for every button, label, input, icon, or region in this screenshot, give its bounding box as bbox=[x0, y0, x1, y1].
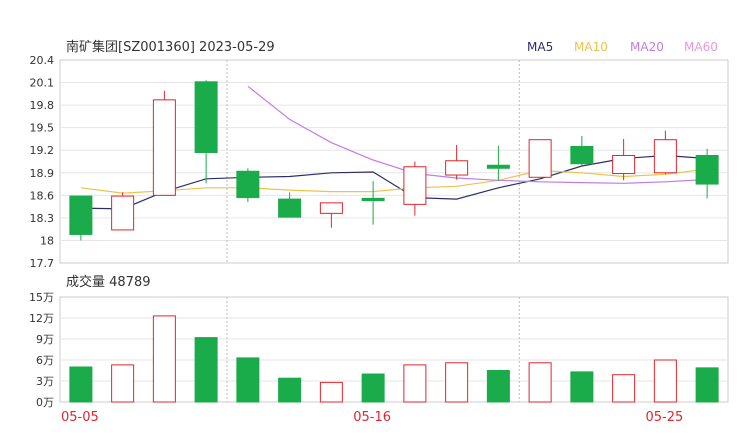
candle bbox=[486, 145, 510, 182]
candle bbox=[236, 168, 260, 203]
volume-bar-down bbox=[570, 371, 594, 403]
legend-item-ma60: MA60 bbox=[684, 40, 718, 54]
price-tick-label: 19.5 bbox=[30, 122, 55, 135]
volume-bar-down bbox=[361, 373, 385, 403]
volume-tick-label: 9万 bbox=[36, 333, 54, 346]
candlesticks bbox=[69, 80, 719, 241]
candle-body-down bbox=[361, 197, 385, 202]
candle-body-up bbox=[319, 202, 343, 214]
ma-line-ma20 bbox=[247, 85, 708, 184]
legend: MA5 MA10 MA20 MA60 bbox=[527, 40, 718, 54]
legend-item-ma5: MA5 bbox=[527, 40, 553, 54]
price-tick-label: 17.7 bbox=[30, 257, 55, 270]
volume-bar-up bbox=[319, 381, 343, 403]
candle bbox=[194, 80, 218, 184]
volume-bar-up bbox=[403, 364, 427, 403]
date-label: 05-16 bbox=[353, 410, 391, 425]
volume-bar-up bbox=[612, 374, 636, 403]
candle-body-down bbox=[69, 195, 93, 235]
volume-bar-up bbox=[111, 364, 135, 403]
candle-body-up bbox=[653, 139, 677, 174]
chart-title: 南矿集团[SZ001360] 2023-05-29 bbox=[66, 39, 275, 55]
volume-tick-label: 0万 bbox=[36, 396, 54, 409]
date-axis: 05-05 05-16 05-25 bbox=[61, 410, 683, 425]
candle bbox=[111, 192, 135, 231]
price-tick-label: 18.3 bbox=[30, 212, 55, 225]
candle bbox=[319, 202, 343, 228]
volume-bars bbox=[69, 315, 719, 403]
volume-bar-up bbox=[152, 315, 176, 403]
candle-body-down bbox=[194, 81, 218, 153]
date-label: 05-05 bbox=[61, 410, 99, 425]
volume-bar-down bbox=[486, 370, 510, 403]
price-axis: 20.4 20.1 19.8 19.5 19.2 18.9 18.6 18.3 18 17.7 bbox=[30, 54, 55, 270]
candle-body-up bbox=[111, 195, 135, 231]
legend-item-ma20: MA20 bbox=[630, 40, 664, 54]
candle-body-down bbox=[695, 154, 719, 185]
volume-tick-label: 3万 bbox=[36, 375, 54, 388]
price-tick-label: 20.4 bbox=[30, 54, 55, 67]
price-tick-label: 18.6 bbox=[30, 189, 55, 202]
volume-bar-up bbox=[445, 362, 469, 403]
candle-body-up bbox=[612, 154, 636, 175]
candle-body-down bbox=[486, 164, 510, 169]
candle-body-up bbox=[445, 160, 469, 176]
candle bbox=[278, 192, 302, 218]
candle bbox=[612, 138, 636, 181]
price-tick-label: 19.8 bbox=[30, 99, 55, 112]
candle-body-up bbox=[152, 99, 176, 196]
chart-canvas: 南矿集团[SZ001360] 2023-05-29 MA5 MA10 MA20 MA6… bbox=[29, 39, 729, 425]
volume-bar-down bbox=[278, 377, 302, 403]
volume-tick-label: 6万 bbox=[36, 354, 54, 367]
volume-bar-up bbox=[653, 359, 677, 403]
price-tick-label: 18 bbox=[40, 234, 54, 247]
candle bbox=[695, 148, 719, 199]
volume-title: 成交量 48789 bbox=[66, 274, 151, 290]
candle-body-down bbox=[278, 198, 302, 218]
candle bbox=[570, 135, 594, 166]
candle-body-down bbox=[236, 170, 260, 199]
volume-tick-label: 15万 bbox=[29, 291, 54, 304]
candle bbox=[528, 139, 552, 178]
candle bbox=[152, 90, 176, 196]
volume-bar-up bbox=[528, 362, 552, 403]
candle-body-down bbox=[570, 145, 594, 165]
candle bbox=[403, 161, 427, 216]
candle bbox=[69, 195, 93, 241]
volume-bar-down bbox=[69, 366, 93, 403]
volume-tick-label: 12万 bbox=[29, 312, 54, 325]
date-label: 05-25 bbox=[646, 410, 684, 425]
volume-bar-down bbox=[194, 337, 218, 403]
volume-axis: 15万 12万 9万 6万 3万 0万 bbox=[29, 291, 54, 409]
candle bbox=[653, 130, 677, 175]
candle-body-up bbox=[528, 139, 552, 178]
legend-item-ma10: MA10 bbox=[574, 40, 608, 54]
price-tick-label: 20.1 bbox=[30, 77, 55, 90]
price-tick-label: 19.2 bbox=[30, 144, 55, 157]
stock-chart: 南矿集团[SZ001360] 2023-05-29 MA5 MA10 MA20 MA6… bbox=[0, 0, 740, 440]
volume-bar-down bbox=[236, 357, 260, 403]
price-tick-label: 18.9 bbox=[30, 167, 55, 180]
volume-bar-down bbox=[695, 367, 719, 403]
candle-body-up bbox=[403, 166, 427, 205]
